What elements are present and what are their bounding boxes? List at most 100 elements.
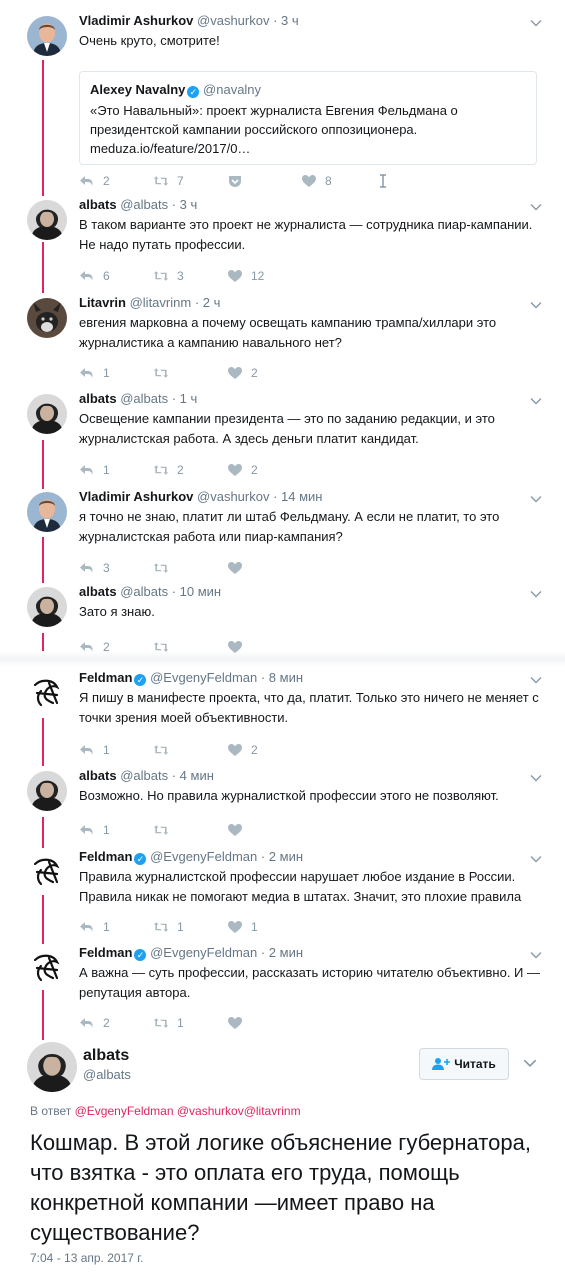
user-handle[interactable]: @litavrinm [130,295,192,310]
tweet-time[interactable]: · 2 ч [195,295,221,310]
tweet-timestamp[interactable]: 7:04 - 13 апр. 2017 г. [30,1251,144,1265]
main-user-avatar[interactable] [27,1042,77,1092]
user-name[interactable]: albats [79,768,117,783]
follow-button[interactable]: Читать [419,1048,509,1080]
like-icon [227,742,251,758]
more-options-chevron-icon[interactable] [522,1055,538,1071]
tweet-time[interactable]: · 3 ч [273,13,299,28]
user-avatar[interactable] [27,948,67,988]
more-options-chevron-icon[interactable] [529,948,543,962]
user-avatar[interactable] [27,200,67,240]
more-options-chevron-icon[interactable] [529,200,543,214]
tweet-time[interactable]: · 2 мин [261,849,303,864]
more-options-chevron-icon[interactable] [529,16,543,30]
user-avatar[interactable] [27,771,67,811]
like-button[interactable] [227,639,301,655]
user-name[interactable]: albats [79,391,117,406]
more-options-chevron-icon[interactable] [529,771,543,785]
user-avatar[interactable] [27,673,67,713]
thread-connector-line [42,718,44,766]
more-options-chevron-icon[interactable] [529,298,543,312]
user-avatar[interactable] [27,298,67,338]
main-user-name[interactable]: albats [83,1047,129,1065]
tweet-header: albats @albats · 3 ч [79,196,547,213]
more-options-chevron-icon[interactable] [529,673,543,687]
user-handle[interactable]: @albats [120,391,168,406]
user-name[interactable]: Vladimir Ashurkov [79,13,193,28]
user-handle[interactable]: @vashurkov [197,489,269,504]
user-name[interactable]: Vladimir Ashurkov [79,489,193,504]
quoted-tweet-card[interactable]: Alexey Navalny ✓ @navalny «Это Навальный»:… [79,71,537,165]
follow-label: Читать [454,1057,496,1071]
user-handle[interactable]: @albats [120,768,168,783]
reply-button[interactable]: 3 [79,560,153,576]
user-handle[interactable]: @EvgenyFeldman [150,945,257,960]
more-options-chevron-icon[interactable] [529,852,543,866]
user-name[interactable]: Litavrin [79,295,126,310]
retweet-button[interactable] [153,560,227,576]
reply-icon [79,560,103,576]
retweet-button[interactable]: 2 [153,462,227,478]
user-avatar[interactable] [27,852,67,892]
like-button[interactable]: 8 [301,173,375,189]
tweet-time[interactable]: · 1 ч [172,391,198,406]
quoted-user-handle[interactable]: @navalny [203,82,261,97]
like-button[interactable]: 2 [227,462,301,478]
user-avatar[interactable] [27,394,67,434]
thread-connector-line [42,895,44,944]
reply-button[interactable]: 2 [79,173,153,189]
more-options-chevron-icon[interactable] [529,394,543,408]
retweet-button[interactable] [153,365,227,381]
main-user-handle[interactable]: @albats [83,1067,131,1082]
retweet-button[interactable]: 3 [153,268,227,284]
text-cursor-button[interactable] [375,173,449,189]
reply-button[interactable]: 6 [79,268,153,284]
like-button[interactable] [227,822,301,838]
user-name[interactable]: Feldman [79,849,132,864]
main-tweet-text: Кошмар. В этой логике объяснение губерна… [30,1130,531,1245]
user-avatar[interactable] [27,16,67,56]
reply-to-users[interactable]: @EvgenyFeldman @vashurkov@litavrinm [75,1104,301,1118]
retweet-icon [153,742,177,758]
pocket-button[interactable] [227,173,301,189]
more-options-chevron-icon[interactable] [529,587,543,601]
user-name[interactable]: Feldman [79,670,132,685]
quoted-tweet-text: «Это Навальный»: проект журналиста Евген… [90,103,458,156]
user-avatar[interactable] [27,587,67,627]
reply-button[interactable]: 1 [79,365,153,381]
like-button[interactable]: 2 [227,742,301,758]
reply-button[interactable]: 1 [79,462,153,478]
retweet-button[interactable] [153,742,227,758]
user-handle[interactable]: @EvgenyFeldman [150,670,257,685]
reply-button[interactable]: 1 [79,919,153,935]
user-handle[interactable]: @vashurkov [197,13,269,28]
more-options-chevron-icon[interactable] [529,492,543,506]
retweet-button[interactable] [153,639,227,655]
like-button[interactable] [227,560,301,576]
tweet-header: Feldman ✓ @EvgenyFeldman · 8 мин [79,669,547,686]
reply-button[interactable]: 1 [79,742,153,758]
tweet-time[interactable]: · 8 мин [261,670,303,685]
user-handle[interactable]: @albats [120,197,168,212]
like-icon [227,639,251,655]
user-name[interactable]: albats [79,197,117,212]
like-button[interactable]: 1 [227,919,301,935]
like-button[interactable]: 12 [227,268,301,284]
retweet-button[interactable] [153,822,227,838]
like-button[interactable]: 2 [227,365,301,381]
user-name[interactable]: Feldman [79,945,132,960]
retweet-button[interactable]: 1 [153,919,227,935]
user-name[interactable]: albats [79,584,117,599]
reply-button[interactable]: 1 [79,822,153,838]
retweet-button[interactable]: 7 [153,173,227,189]
user-handle[interactable]: @albats [120,584,168,599]
reply-button[interactable]: 2 [79,639,153,655]
tweet-time[interactable]: · 4 мин [172,768,214,783]
user-handle[interactable]: @EvgenyFeldman [150,849,257,864]
tweet-time[interactable]: · 14 мин [273,489,322,504]
tweet-time[interactable]: · 10 мин [172,584,221,599]
tweet-time[interactable]: · 2 мин [261,945,303,960]
user-avatar[interactable] [27,492,67,532]
tweet-time[interactable]: · 3 ч [172,197,198,212]
quoted-user-name[interactable]: Alexey Navalny [90,82,185,97]
